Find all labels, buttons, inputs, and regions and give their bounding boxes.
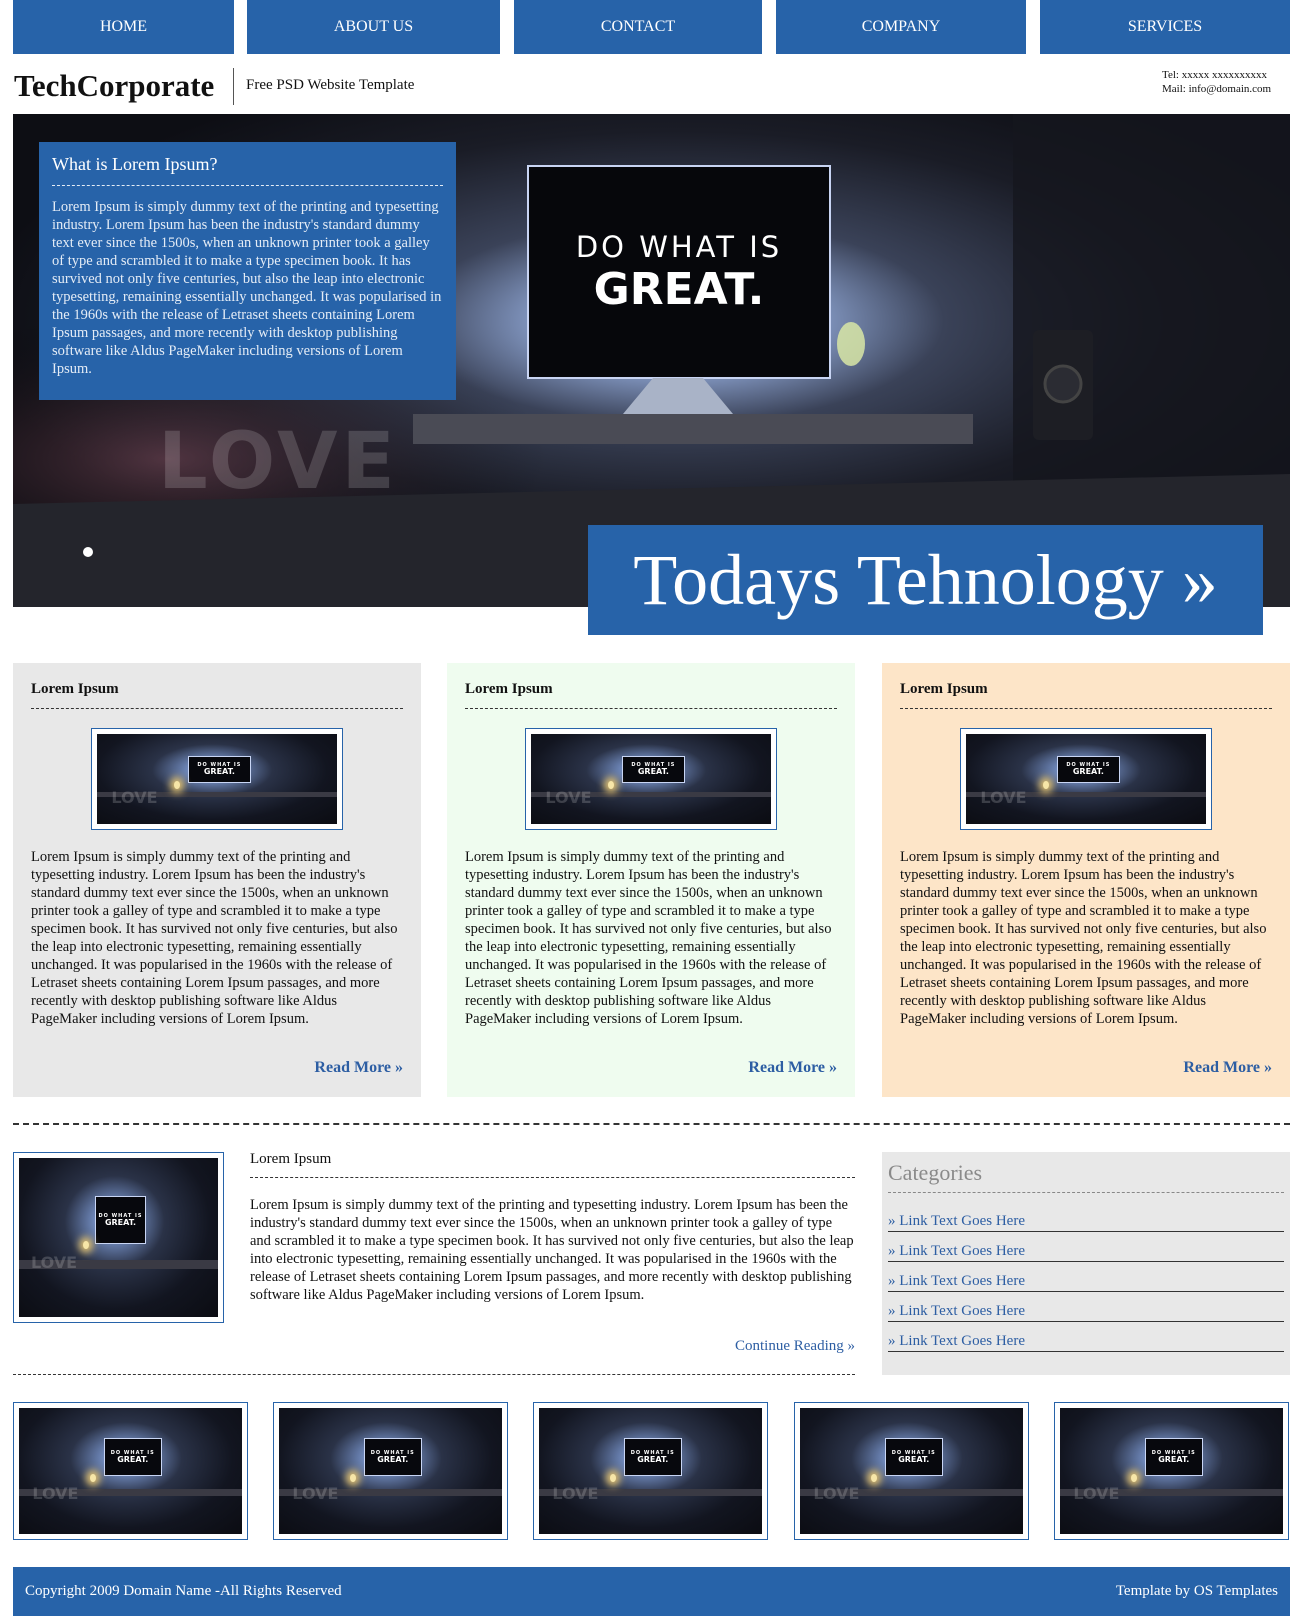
desk-photo: DO WHAT IS GREAT. LOVE xyxy=(1060,1408,1283,1534)
article-text: Lorem Ipsum is simply dummy text of the … xyxy=(250,1197,854,1303)
feature-thumbnail: DO WHAT IS GREAT. LOVE xyxy=(525,728,777,830)
feature-box: Lorem Ipsum DO WHAT IS GREAT. LOVE Lorem I… xyxy=(13,663,421,1097)
nav-company[interactable]: COMPANY xyxy=(776,0,1026,54)
monitor-text-line2: GREAT. xyxy=(593,263,765,315)
feature-text: Lorem Ipsum is simply dummy text of the … xyxy=(465,849,832,1027)
contact-mail: Mail: info@domain.com xyxy=(1162,83,1272,95)
main-nav: HOME ABOUT US CONTACT COMPANY SERVICES xyxy=(13,0,1290,54)
site-footer: Copyright 2009 Domain Name -All Rights R… xyxy=(13,1567,1290,1616)
category-link[interactable]: » Link Text Goes Here xyxy=(888,1240,1284,1262)
sidebar-title: Categories xyxy=(888,1160,1284,1193)
contact-info: Tel: xxxxx xxxxxxxxxx Mail: info@domain.… xyxy=(1162,68,1290,96)
section-divider xyxy=(13,1123,1290,1125)
read-more-link[interactable]: Read More » xyxy=(314,1059,403,1077)
feature-title: Lorem Ipsum xyxy=(900,681,1272,709)
feature-thumbnail: DO WHAT IS GREAT. LOVE xyxy=(91,728,343,830)
feature-box: Lorem Ipsum DO WHAT IS GREAT. LOVE Lorem I… xyxy=(447,663,855,1097)
category-link[interactable]: » Link Text Goes Here xyxy=(888,1300,1284,1322)
feature-title: Lorem Ipsum xyxy=(31,681,403,709)
hero-box-text: Lorem Ipsum is simply dummy text of the … xyxy=(52,199,442,377)
feature-box: Lorem Ipsum DO WHAT IS GREAT. LOVE Lorem I… xyxy=(882,663,1290,1097)
continue-reading-link[interactable]: Continue Reading » xyxy=(735,1338,855,1355)
site-logo[interactable]: TechCorporate xyxy=(14,68,214,104)
category-link[interactable]: » Link Text Goes Here xyxy=(888,1270,1284,1292)
categories-sidebar: Categories » Link Text Goes Here » Link … xyxy=(882,1152,1290,1375)
read-more-link[interactable]: Read More » xyxy=(1183,1059,1272,1077)
article-title: Lorem Ipsum xyxy=(250,1151,855,1178)
nav-services[interactable]: SERVICES xyxy=(1040,0,1290,54)
category-link[interactable]: » Link Text Goes Here xyxy=(888,1330,1284,1352)
nav-contact[interactable]: CONTACT xyxy=(514,0,762,54)
header-divider xyxy=(233,68,234,105)
read-more-link[interactable]: Read More » xyxy=(748,1059,837,1077)
feature-text: Lorem Ipsum is simply dummy text of the … xyxy=(31,849,398,1027)
categories-list: » Link Text Goes Here » Link Text Goes H… xyxy=(888,1210,1284,1352)
gallery-thumbnail[interactable]: DO WHAT IS GREAT. LOVE xyxy=(794,1402,1029,1540)
footer-copyright: Copyright 2009 Domain Name -All Rights R… xyxy=(25,1583,342,1599)
desk-photo: DO WHAT IS GREAT. LOVE xyxy=(97,734,337,824)
article-thumbnail: DO WHAT IS GREAT. LOVE xyxy=(13,1152,224,1323)
feature-title: Lorem Ipsum xyxy=(465,681,837,709)
monitor-screen: DO WHAT IS GREAT. xyxy=(528,166,830,378)
gallery-thumbnail[interactable]: DO WHAT IS GREAT. LOVE xyxy=(273,1402,508,1540)
desk-photo: DO WHAT IS GREAT. LOVE xyxy=(966,734,1206,824)
gallery-thumbnail[interactable]: DO WHAT IS GREAT. LOVE xyxy=(1054,1402,1289,1540)
gallery-thumbnail[interactable]: DO WHAT IS GREAT. LOVE xyxy=(533,1402,768,1540)
site-tagline: Free PSD Website Template xyxy=(246,77,415,93)
desk-photo: DO WHAT IS GREAT. LOVE xyxy=(539,1408,762,1534)
contact-tel: Tel: xxxxx xxxxxxxxxx xyxy=(1162,69,1267,81)
monitor-text-line1: DO WHAT IS xyxy=(575,229,783,264)
desk-photo: DO WHAT IS GREAT. LOVE xyxy=(19,1408,242,1534)
nav-home[interactable]: HOME xyxy=(13,0,234,54)
feature-text: Lorem Ipsum is simply dummy text of the … xyxy=(900,849,1267,1027)
article-divider xyxy=(13,1374,855,1375)
footer-credit[interactable]: Template by OS Templates xyxy=(1116,1583,1278,1600)
desk-photo: DO WHAT IS GREAT. LOVE xyxy=(279,1408,502,1534)
love-letters: LOVE xyxy=(158,417,399,507)
hero-box-title: What is Lorem Ipsum? xyxy=(52,154,443,186)
desk-photo: DO WHAT IS GREAT. LOVE xyxy=(800,1408,1023,1534)
category-link[interactable]: » Link Text Goes Here xyxy=(888,1210,1284,1232)
hero-info-box: What is Lorem Ipsum? Lorem Ipsum is simp… xyxy=(39,142,456,400)
feature-thumbnail: DO WHAT IS GREAT. LOVE xyxy=(960,728,1212,830)
hero-cta-banner[interactable]: Todays Tehnology » xyxy=(588,525,1263,635)
gallery-thumbnail[interactable]: DO WHAT IS GREAT. LOVE xyxy=(13,1402,248,1540)
nav-about-us[interactable]: ABOUT US xyxy=(247,0,500,54)
desk-photo: DO WHAT IS GREAT. LOVE xyxy=(19,1158,218,1317)
desk-photo: DO WHAT IS GREAT. LOVE xyxy=(531,734,771,824)
